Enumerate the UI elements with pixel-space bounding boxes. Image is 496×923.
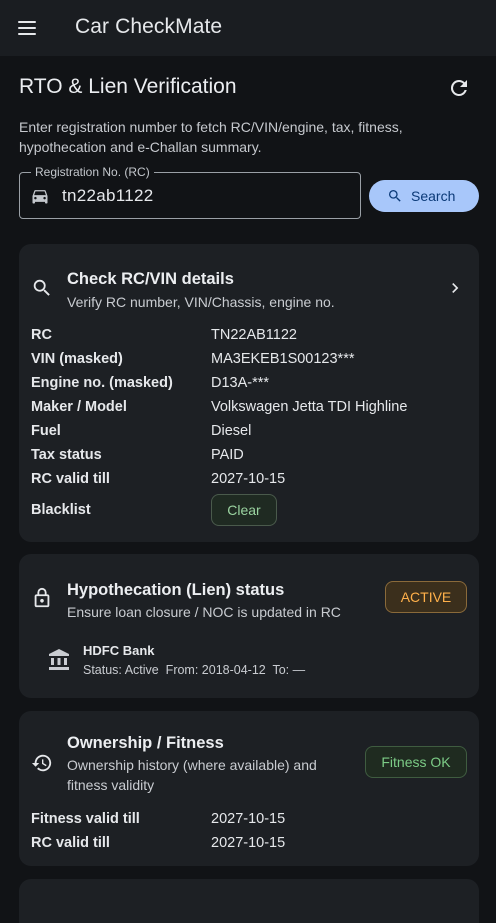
rc-row-value: MA3EKEB1S00123*** — [211, 351, 355, 367]
app-title: Car CheckMate — [75, 15, 223, 38]
rc-row-key: VIN (masked) — [31, 351, 123, 367]
rc-card-subtitle: Verify RC number, VIN/Chassis, engine no… — [67, 294, 335, 310]
rc-row-key: Maker / Model — [31, 399, 127, 415]
rc-row-value: Diesel — [211, 423, 252, 439]
history-icon — [31, 754, 52, 772]
search-icon — [389, 190, 401, 202]
bank-name: HDFC Bank — [83, 643, 155, 658]
rc-row-key: RC — [31, 327, 52, 343]
fitness-row-key: RC valid till — [31, 835, 110, 851]
registration-label: Registration No. (RC) — [31, 164, 154, 180]
search-icon — [33, 279, 50, 296]
registration-input[interactable] — [62, 184, 342, 208]
registration-field[interactable]: Registration No. (RC) — [19, 164, 361, 219]
page-description: Enter registration number to fetch RC/VI… — [19, 119, 403, 155]
rc-row-value: 2027-10-15 — [211, 471, 286, 487]
rc-card-title: Check RC/VIN details — [67, 270, 234, 288]
chevron-right-icon[interactable] — [445, 278, 465, 298]
search-button-label: Search — [411, 188, 456, 204]
ownership-fitness-card: Ownership / Fitness Ownership history (w… — [19, 711, 479, 866]
rc-row-key: RC valid till — [31, 471, 110, 487]
menu-icon[interactable] — [18, 16, 44, 40]
app-screen: Car CheckMate RTO & Lien Verification En… — [0, 0, 496, 923]
blacklist-status-chip[interactable]: Clear — [211, 494, 277, 526]
fitness-row-value: 2027-10-15 — [211, 811, 286, 827]
next-card — [19, 879, 479, 923]
fitness-row-key: Fitness valid till — [31, 811, 140, 827]
rc-row-value: PAID — [211, 447, 244, 463]
fitness-status-badge: Fitness OK — [365, 746, 467, 778]
lien-status-badge: ACTIVE — [385, 581, 467, 613]
rc-row-value: TN22AB1122 — [211, 327, 297, 343]
lien-card-title: Hypothecation (Lien) status — [67, 581, 285, 599]
search-button[interactable]: Search — [369, 180, 479, 212]
ownership-card-title: Ownership / Fitness — [67, 734, 224, 752]
bank-icon — [49, 649, 69, 670]
rc-details-card: Check RC/VIN details Verify RC number, V… — [19, 244, 479, 542]
rc-row-value: D13A-*** — [211, 375, 270, 391]
lien-card-subtitle: Ensure loan closure / NOC is updated in … — [67, 604, 341, 620]
lock-icon — [34, 587, 50, 608]
bank-status-line: Status: Active From: 2018-04-12 To: — — [83, 663, 306, 677]
rc-row-key: Fuel — [31, 423, 61, 439]
car-icon — [32, 190, 48, 204]
rc-row-key: Engine no. (masked) — [31, 375, 173, 391]
lien-status-card: Hypothecation (Lien) status Ensure loan … — [19, 554, 479, 698]
page-title: RTO & Lien Verification — [19, 75, 237, 98]
ownership-card-subtitle: Ownership history (where available) and … — [67, 757, 317, 793]
blacklist-label: Blacklist — [31, 502, 91, 518]
refresh-icon[interactable] — [447, 76, 471, 100]
rc-row-key: Tax status — [31, 447, 102, 463]
fitness-row-value: 2027-10-15 — [211, 835, 286, 851]
rc-row-value: Volkswagen Jetta TDI Highline — [211, 399, 408, 415]
app-bar: Car CheckMate — [0, 0, 496, 56]
